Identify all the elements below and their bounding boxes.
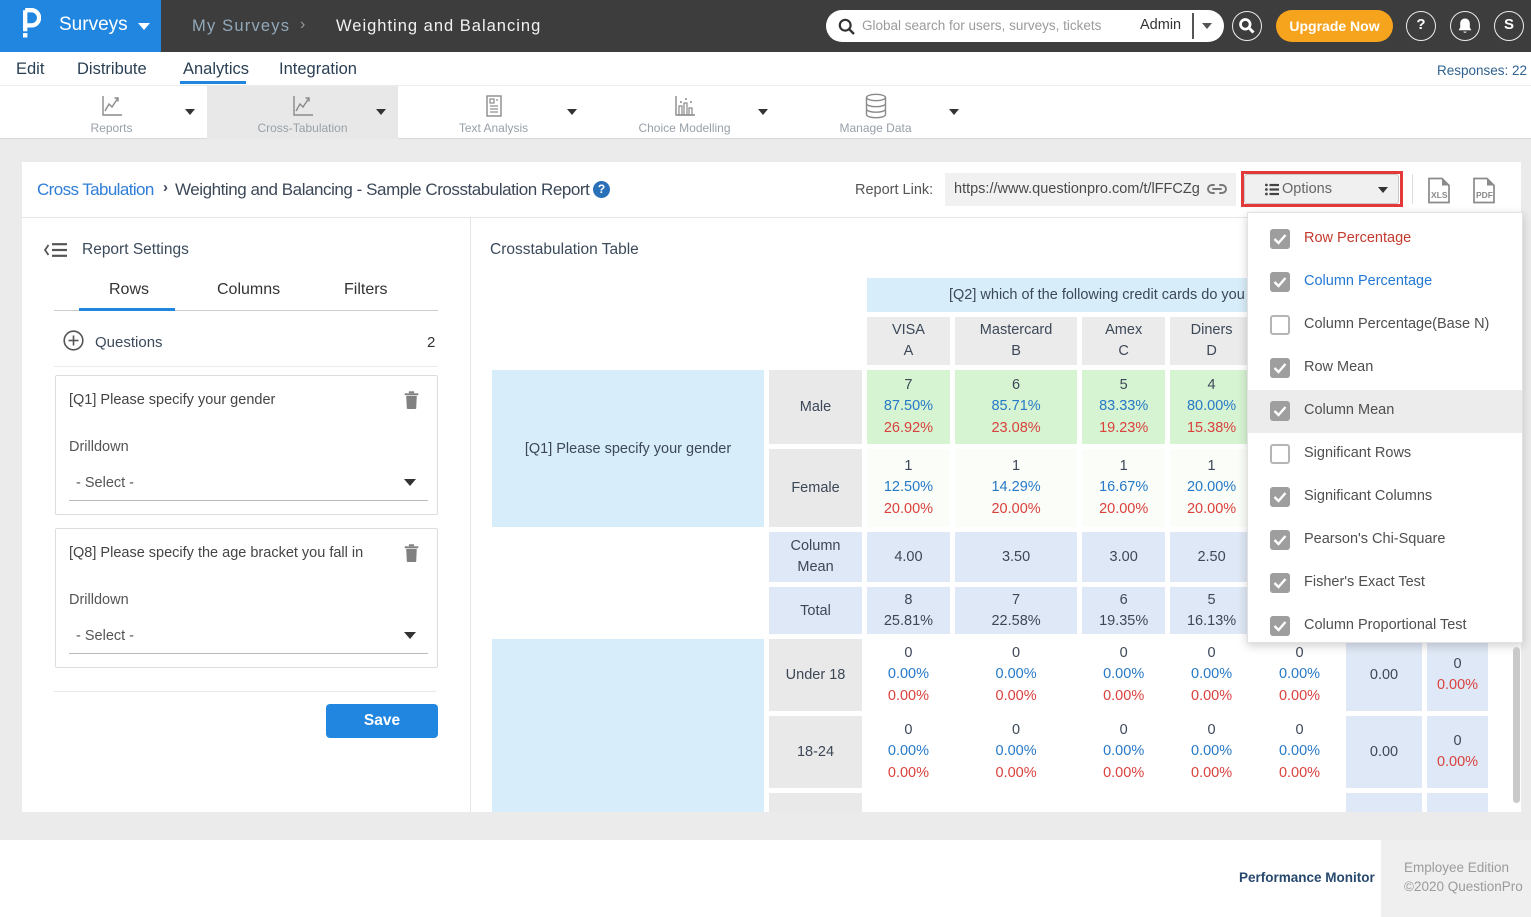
svg-text:PDF: PDF — [1476, 190, 1493, 200]
svg-text:XLS: XLS — [1431, 190, 1448, 200]
